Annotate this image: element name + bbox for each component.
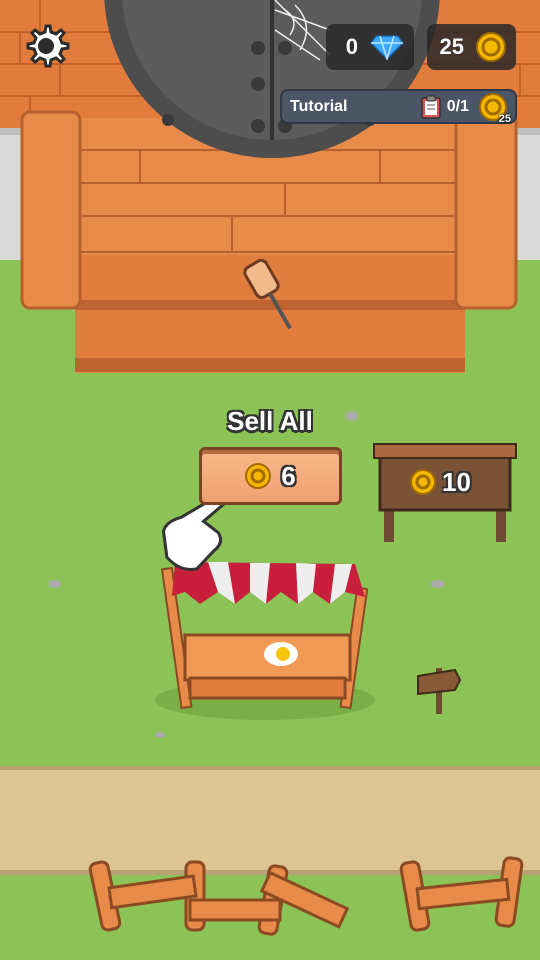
tutorial-progress: 0/1 [446, 97, 469, 115]
tutorial-reward: 25 [498, 112, 511, 125]
blue-diamond-icon [370, 35, 404, 60]
price-sign[interactable]: 10 [410, 464, 490, 500]
tutorial-label: Tutorial [290, 97, 348, 115]
gold-coin-icon [410, 469, 436, 495]
tutorial-reward-coin-icon: 25 [479, 92, 511, 125]
sell-all-amount: 6 [281, 460, 296, 491]
clipboard-icon [421, 95, 441, 119]
coin-count: 25 [439, 34, 464, 59]
gem-count: 0 [345, 34, 358, 59]
sell-all-button[interactable]: 6 [199, 447, 342, 505]
settings-gear-icon[interactable] [22, 22, 70, 70]
coin-counter[interactable]: 25 [427, 24, 516, 70]
gold-coin-icon [476, 32, 506, 62]
tutorial-bar[interactable]: Tutorial 0/1 25 [280, 89, 517, 125]
gem-counter[interactable]: 0 [326, 24, 414, 70]
gold-coin-icon [245, 463, 272, 489]
sell-all-label: Sell All [227, 406, 313, 436]
price-sign-amount: 10 [442, 466, 471, 497]
